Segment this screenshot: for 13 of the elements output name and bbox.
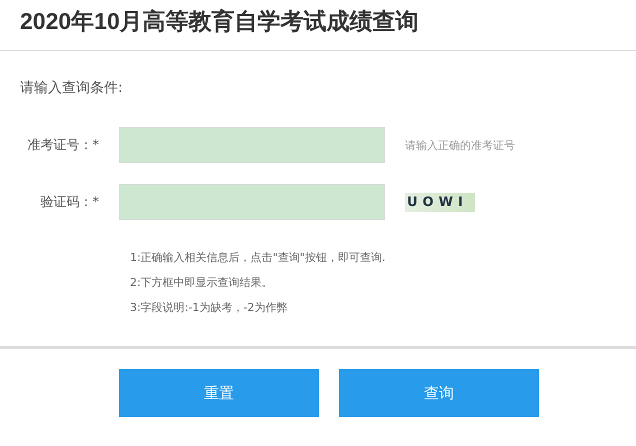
field-label: 验证码：* <box>40 194 99 211</box>
query-button[interactable]: 查询 <box>339 369 539 417</box>
reset-button[interactable]: 重置 <box>119 369 319 417</box>
instruction-note: 2:下方框中即显示查询结果。 <box>130 275 273 291</box>
page-title: 2020年10月高等教育自学考试成绩查询 <box>19 7 420 36</box>
query-prompt: 请输入查询条件: <box>20 79 123 97</box>
instruction-note: 1:正确输入相关信息后，点击"查询"按钮，即可查询. <box>130 250 386 266</box>
field-label: 准考证号：* <box>26 137 99 154</box>
field-hint: 请输入正确的准考证号 <box>405 138 515 152</box>
input-field[interactable] <box>119 184 385 220</box>
instruction-note: 3:字段说明:-1为缺考，-2为作弊 <box>130 300 288 316</box>
captcha-image[interactable]: UOWI <box>405 192 475 212</box>
input-field[interactable] <box>119 127 385 163</box>
